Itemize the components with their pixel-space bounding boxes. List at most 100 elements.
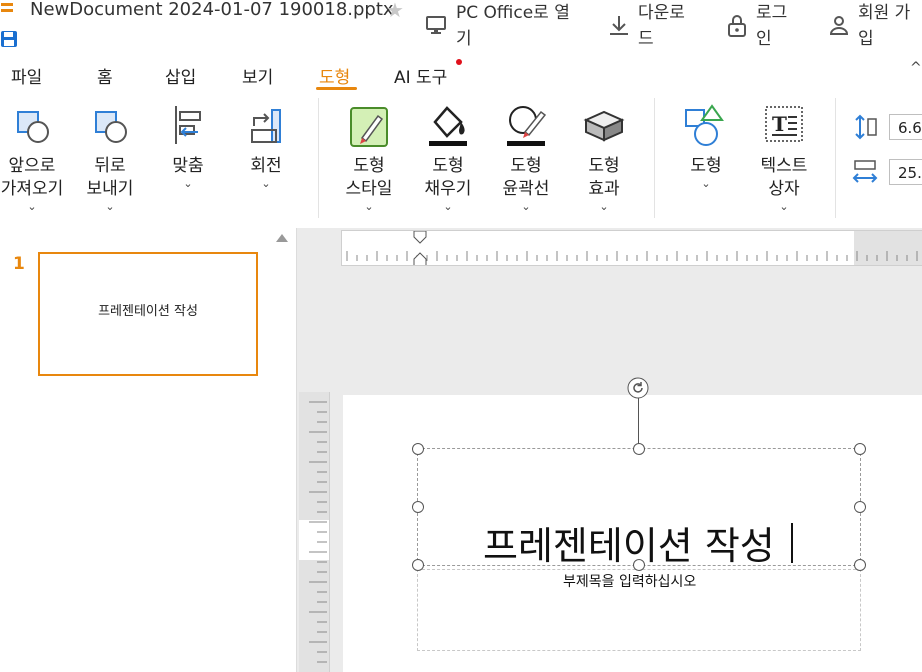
shape-width-input[interactable]: 25. [889,159,922,185]
login-button[interactable]: 로그인 [726,0,806,56]
chevron-down-icon: ⌄ [779,200,789,213]
resize-handle[interactable] [633,443,645,455]
shape-style-button[interactable]: 도형 스타일 ⌄ [331,102,407,220]
text-box-label-1: 텍스트 [760,156,808,176]
download-button[interactable]: 다운로드 [607,0,707,56]
shape-height-input[interactable]: 6.6 [889,114,922,140]
shape-effect-label-1: 도형 [588,156,620,176]
tab-home[interactable]: 홈 [97,63,113,88]
chevron-down-icon: ⌄ [105,200,115,213]
ribbon: 앞으로 가져오기 ⌄ 뒤로 보내기 ⌄ 맞춤 ⌄ 회전 ⌄ 도형 스타일 ⌄ 도… [0,90,922,229]
tab-shape[interactable]: 도형 [319,63,350,88]
align-label: 맞춤 [172,156,204,176]
shape-outline-label-1: 도형 [510,156,542,176]
rotate-button[interactable]: 회전 ⌄ [230,102,302,202]
pc-office-open-button[interactable]: PC Office로 열기 [425,0,595,56]
resize-handle[interactable] [412,443,424,455]
panel-scroll-up-icon[interactable] [276,234,288,242]
collapse-ribbon-icon[interactable]: ^ [910,60,922,76]
rotate-label: 회전 [250,156,282,176]
shape-outline-icon [507,106,547,146]
slide-thumbnail[interactable]: 프레젠테이션 작성 [38,252,258,376]
download-label: 다운로드 [638,3,685,49]
app-logo-icon [0,2,14,18]
shape-width-icon [852,160,878,183]
send-backward-icon [95,111,127,143]
paint-bucket-icon [429,106,467,146]
shape-fill-label-1: 도형 [432,156,464,176]
bring-forward-label-2: 가져오기 [0,179,64,199]
slide-title-text[interactable]: 프레젠테이션 작성 [483,515,775,570]
bring-forward-label-1: 앞으로 [8,156,56,176]
document-title: NewDocument 2024-01-07 190018.pptx [30,0,394,20]
chevron-down-icon: ⌄ [261,177,271,190]
tab-ai-tools[interactable]: AI 도구 [394,63,447,88]
user-icon [829,16,849,35]
svg-text:T: T [772,112,787,136]
shape-outline-button[interactable]: 도형 윤곽선 ⌄ [488,102,564,220]
indent-marker-bottom-icon [413,252,427,265]
rotation-handle-icon[interactable] [627,377,649,399]
resize-handle[interactable] [854,501,866,513]
resize-handle[interactable] [854,443,866,455]
align-button[interactable]: 맞춤 ⌄ [152,102,224,202]
rotate-icon [251,109,281,143]
bring-forward-button[interactable]: 앞으로 가져오기 ⌄ [0,102,70,220]
tab-view[interactable]: 보기 [242,63,273,88]
signup-button[interactable]: 회원 가입 [828,0,922,56]
shape-outline-label-2: 윤곽선 [502,179,550,199]
chevron-down-icon: ⌄ [364,200,374,213]
text-cursor [791,523,793,563]
ribbon-separator [835,98,836,218]
ribbon-separator [654,98,655,218]
thumbnail-title: 프레젠테이션 작성 [98,304,198,319]
slide-number: 1 [13,254,25,274]
align-icon [175,106,201,144]
pc-office-open-label: PC Office로 열기 [456,3,570,49]
tab-insert[interactable]: 삽입 [165,63,196,88]
shape-effect-icon [583,110,625,142]
chevron-down-icon: ⌄ [701,177,711,190]
login-label: 로그인 [756,3,788,49]
resize-handle[interactable] [412,501,424,513]
tab-file[interactable]: 파일 [11,63,42,88]
text-box-button[interactable]: T 텍스트 상자 ⌄ [746,102,822,220]
download-icon [610,16,628,35]
new-badge [456,59,462,65]
ribbon-separator [318,98,319,218]
shape-style-icon [350,107,388,147]
subtitle-placeholder-text[interactable]: 부제목을 입력하십시오 [563,571,696,591]
shape-height-icon [855,114,877,140]
monitor-icon [426,16,446,34]
chevron-down-icon: ⌄ [27,200,37,213]
bring-forward-icon [17,111,49,143]
text-box-icon: T [765,106,803,142]
menu-tabs: 파일 홈 삽입 보기 도형 AI 도구 ^ [0,58,922,90]
text-box-label-2: 상자 [768,179,800,199]
send-backward-label-1: 뒤로 [94,156,126,176]
signup-label: 회원 가입 [858,3,911,49]
vertical-ruler[interactable] [299,392,330,672]
rotation-handle-line [638,398,639,448]
chevron-down-icon: ⌄ [183,177,193,190]
lock-icon [728,15,746,37]
title-bar: NewDocument 2024-01-07 190018.pptx ★ PC … [0,0,922,58]
resize-handle[interactable] [412,559,424,571]
favorite-star-icon[interactable]: ★ [386,0,404,22]
save-icon[interactable] [0,30,20,50]
horizontal-ruler[interactable] [341,230,922,266]
chevron-down-icon: ⌄ [443,200,453,213]
shape-effect-button[interactable]: 도형 효과 ⌄ [566,102,642,220]
shape-style-label-2: 스타일 [345,179,393,199]
shape-style-label-1: 도형 [353,156,385,176]
resize-handle[interactable] [854,559,866,571]
chevron-down-icon: ⌄ [599,200,609,213]
insert-shape-label: 도형 [690,156,722,176]
chevron-down-icon: ⌄ [521,200,531,213]
send-backward-label-2: 보내기 [86,179,134,199]
send-backward-button[interactable]: 뒤로 보내기 ⌄ [72,102,148,220]
indent-marker-top-icon [413,231,427,244]
insert-shape-button[interactable]: 도형 ⌄ [670,102,742,202]
shape-fill-button[interactable]: 도형 채우기 ⌄ [410,102,486,220]
shape-fill-label-2: 채우기 [424,179,472,199]
